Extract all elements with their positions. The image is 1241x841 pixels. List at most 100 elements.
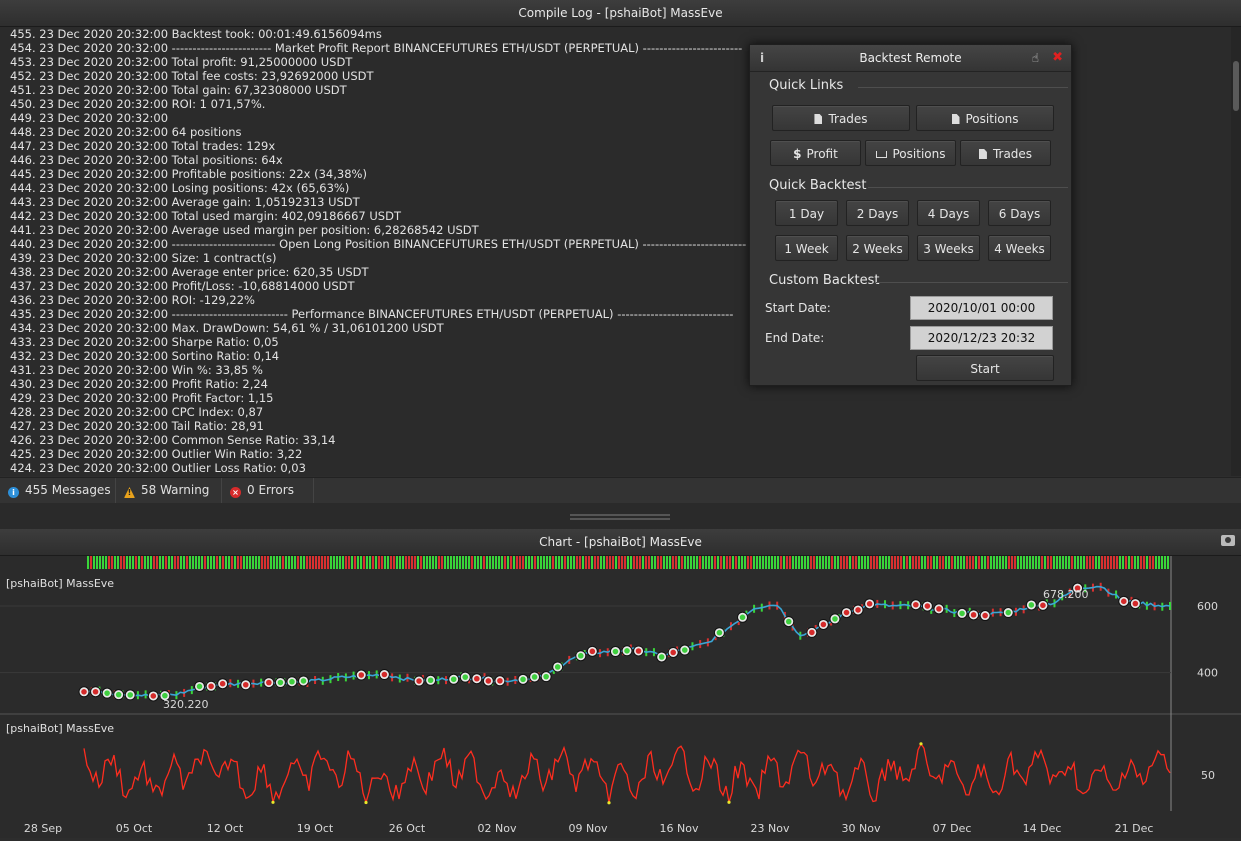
signal-bar (606, 556, 608, 569)
signal-bar (363, 556, 365, 569)
panel-splitter[interactable] (0, 503, 1241, 529)
signal-bar (894, 556, 896, 569)
signal-bar (1134, 556, 1136, 569)
signal-bar (669, 556, 671, 569)
signal-bar (948, 556, 950, 569)
backtest-6-days-button[interactable]: 6 Days (988, 200, 1051, 226)
signal-bar (264, 556, 266, 569)
camera-icon[interactable] (1221, 535, 1235, 546)
signal-bar (1062, 556, 1064, 569)
pin-icon[interactable]: ☝ (1032, 45, 1039, 71)
backtest-2-days-button[interactable]: 2 Days (846, 200, 909, 226)
signal-bar (117, 556, 119, 569)
backtest-1-week-button[interactable]: 1 Week (775, 235, 838, 261)
trade-marker (113, 689, 125, 701)
signal-bar (90, 556, 92, 569)
trade-marker (101, 687, 113, 699)
price-chart[interactable]: [pshaiBot] MassEve [pshaiBot] MassEve 67… (0, 556, 1241, 838)
backtest-remote-titlebar[interactable]: i Backtest Remote ☝ ✖ (750, 45, 1071, 72)
signal-bar (1083, 556, 1085, 569)
signal-bar (1125, 556, 1127, 569)
chart-area[interactable]: [pshaiBot] MassEve [pshaiBot] MassEve 67… (0, 556, 1241, 838)
signal-bar (543, 556, 545, 569)
end-date-input[interactable] (910, 326, 1053, 350)
document-icon (951, 114, 960, 124)
signal-bar (792, 556, 794, 569)
quick-link-positions-2-button[interactable]: Positions (865, 140, 956, 166)
start-date-input[interactable] (910, 296, 1053, 320)
quick-link-profit-button[interactable]: $ Profit (770, 140, 861, 166)
signal-bar (483, 556, 485, 569)
messages-tab[interactable]: i 455 Messages (0, 478, 116, 503)
trade-marker (609, 646, 621, 658)
close-icon[interactable]: ✖ (1052, 45, 1063, 71)
signal-bar (615, 556, 617, 569)
signal-bar (393, 556, 395, 569)
tray-icon (875, 151, 887, 158)
log-scroll-thumb[interactable] (1233, 61, 1239, 111)
quick-link-trades-2-button[interactable]: Trades (960, 140, 1051, 166)
signal-bar (192, 556, 194, 569)
signal-bar (1167, 556, 1169, 569)
section-divider (868, 187, 1068, 188)
log-scrollbar[interactable] (1231, 27, 1241, 476)
quick-backtest-label: Quick Backtest (769, 178, 867, 193)
signal-bar (954, 556, 956, 569)
signal-bar (705, 556, 707, 569)
backtest-1-day-button[interactable]: 1 Day (775, 200, 838, 226)
splitter-grip[interactable] (570, 514, 670, 516)
trade-marker (806, 626, 818, 638)
info-icon[interactable]: i (760, 45, 764, 71)
signal-bar (468, 556, 470, 569)
backtest-2-weeks-button[interactable]: 2 Weeks (846, 235, 909, 261)
signal-bar (837, 556, 839, 569)
signal-bar (153, 556, 155, 569)
trade-marker (910, 599, 922, 611)
x-tick-label: 23 Nov (751, 822, 790, 835)
trade-marker (78, 686, 90, 698)
oscillator-extreme (727, 800, 731, 804)
backtest-4-weeks-button[interactable]: 4 Weeks (988, 235, 1051, 261)
warnings-tab[interactable]: ! 58 Warning (116, 478, 222, 503)
signal-bar (840, 556, 842, 569)
signal-bar (900, 556, 902, 569)
trade-marker (517, 673, 529, 685)
signal-bar (1035, 556, 1037, 569)
oscillator-extreme (271, 800, 275, 804)
signal-bar (258, 556, 260, 569)
splitter-grip[interactable] (570, 518, 670, 520)
grid (0, 605, 1171, 674)
trade-marker (1129, 598, 1141, 610)
log-line: 439. 23 Dec 2020 20:32:00 Size: 1 contra… (10, 251, 277, 265)
x-tick-label: 07 Dec (933, 822, 972, 835)
signal-bar (630, 556, 632, 569)
signal-bar (921, 556, 923, 569)
trade-marker (540, 671, 552, 683)
backtest-4-days-button[interactable]: 4 Days (917, 200, 980, 226)
signal-bar (387, 556, 389, 569)
trade-marker (471, 673, 483, 685)
signal-bar (1122, 556, 1124, 569)
backtest-3-weeks-button[interactable]: 3 Weeks (917, 235, 980, 261)
signal-bar (903, 556, 905, 569)
signal-bar (963, 556, 965, 569)
signal-bar (249, 556, 251, 569)
signal-bar (108, 556, 110, 569)
log-line: 441. 23 Dec 2020 20:32:00 Average used m… (10, 223, 479, 237)
signal-bar (999, 556, 1001, 569)
trade-marker (933, 603, 945, 615)
errors-tab[interactable]: × 0 Errors (222, 478, 314, 503)
signal-bar (312, 556, 314, 569)
start-backtest-button[interactable]: Start (916, 355, 1054, 381)
trade-marker (274, 677, 286, 689)
signal-bar (423, 556, 425, 569)
signal-bar (744, 556, 746, 569)
signal-bar (714, 556, 716, 569)
quick-link-positions-button[interactable]: Positions (916, 105, 1054, 131)
signal-bar (876, 556, 878, 569)
signal-bar (927, 556, 929, 569)
signal-bar (897, 556, 899, 569)
quick-link-trades-button[interactable]: Trades (772, 105, 910, 131)
trade-marker (817, 618, 829, 630)
log-line: 429. 23 Dec 2020 20:32:00 Profit Factor:… (10, 391, 274, 405)
